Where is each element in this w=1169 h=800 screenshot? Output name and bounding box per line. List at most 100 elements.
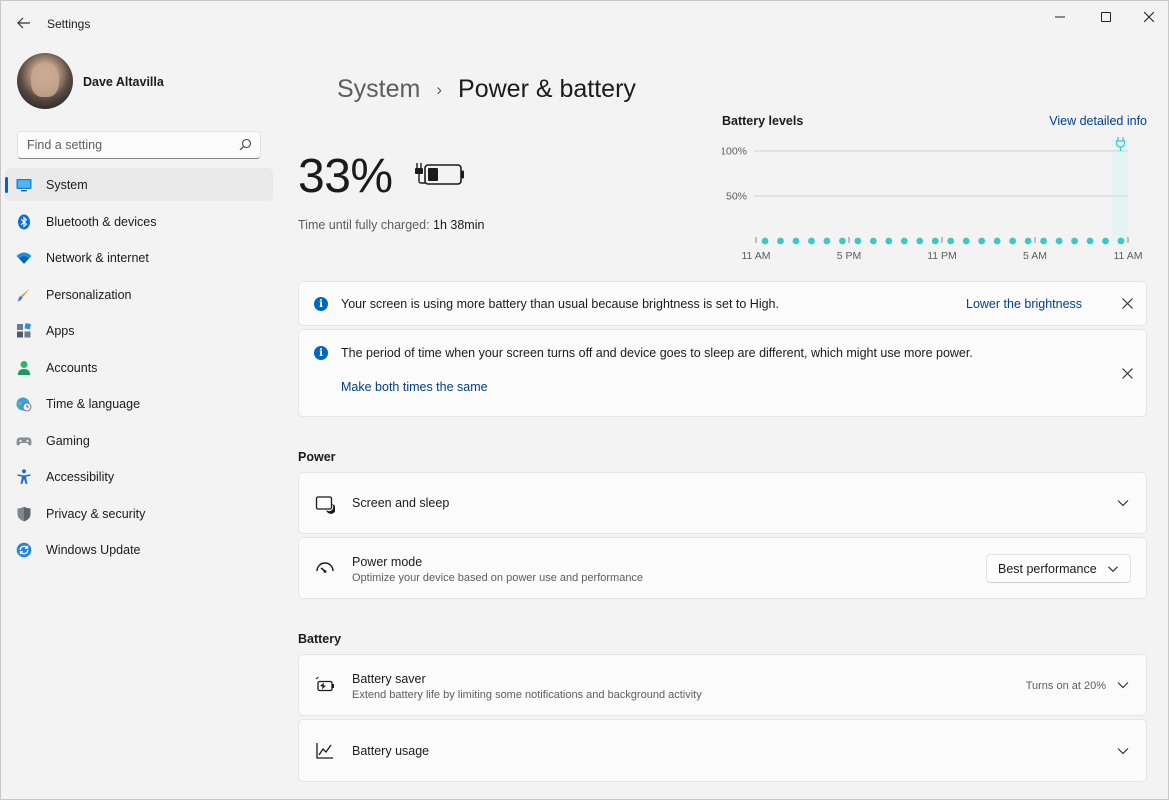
data-point	[792, 237, 800, 245]
sidebar-item-accounts[interactable]: Accounts	[5, 351, 273, 384]
power-mode-row: Power mode Optimize your device based on…	[298, 537, 1147, 599]
breadcrumb-system[interactable]: System	[337, 75, 420, 104]
close-icon	[1121, 297, 1133, 309]
sidebar-item-gaming[interactable]: Gaming	[5, 424, 273, 457]
apps-icon	[17, 323, 32, 338]
x-tick-label: 5 AM	[1023, 250, 1047, 262]
sidebar-item-label: Bluetooth & devices	[46, 214, 157, 229]
power-section-title: Power	[298, 450, 336, 464]
sidebar-item-accessibility[interactable]: Accessibility	[5, 460, 273, 493]
sidebar-item-personalization[interactable]: Personalization	[5, 278, 273, 311]
data-point	[1024, 237, 1032, 245]
data-point	[854, 237, 862, 245]
sidebar-item-network[interactable]: Network & internet	[5, 241, 273, 274]
breadcrumb-separator: ›	[436, 79, 443, 99]
data-point	[1040, 237, 1048, 245]
sidebar-item-label: Accessibility	[46, 470, 115, 484]
sidebar-item-apps[interactable]: Apps	[5, 314, 273, 347]
notice-text: The period of time when your screen turn…	[341, 346, 973, 360]
close-window-button[interactable]	[1126, 1, 1169, 33]
battery-usage-row[interactable]: Battery usage	[298, 719, 1147, 782]
shield-icon	[17, 506, 31, 521]
system-icon	[16, 179, 32, 192]
charge-time: Time until fully charged: 1h 38min	[298, 218, 484, 232]
data-point	[978, 237, 986, 245]
screen-sleep-icon	[315, 496, 335, 514]
sidebar-item-windows-update[interactable]: Windows Update	[5, 533, 273, 566]
minimize-button[interactable]	[1037, 1, 1083, 33]
sidebar-item-time-language[interactable]: Time & language	[5, 387, 273, 420]
chevron-down-icon	[1117, 748, 1129, 755]
chevron-down-icon	[1108, 566, 1118, 573]
screen-and-sleep-row[interactable]: Screen and sleep	[298, 472, 1147, 534]
power-mode-label: Power mode	[352, 555, 423, 569]
battery-levels-chart: Battery levels View detailed info 100% 50…	[722, 111, 1147, 271]
data-point	[1086, 237, 1094, 245]
dismiss-brightness-notice-button[interactable]	[1117, 293, 1137, 313]
bluetooth-icon	[18, 214, 30, 229]
sidebar-item-privacy-security[interactable]: Privacy & security	[5, 497, 273, 530]
battery-percentage: 33%	[298, 150, 393, 203]
chevron-down-icon	[1117, 682, 1129, 689]
update-icon	[16, 542, 32, 558]
data-point	[947, 237, 955, 245]
profile-name: Dave Altavilla	[83, 75, 164, 89]
data-point	[1009, 237, 1017, 245]
search-box[interactable]	[17, 131, 261, 159]
sidebar-item-label: Windows Update	[46, 543, 141, 557]
minimize-icon	[1055, 16, 1065, 18]
sidebar: Dave Altavilla System Bluetooth & device…	[1, 45, 281, 800]
sidebar-item-label: Network & internet	[46, 251, 149, 265]
gauge-icon	[316, 562, 334, 573]
search-icon[interactable]	[239, 138, 252, 151]
battery-saver-description: Extend battery life by limiting some not…	[352, 689, 702, 701]
y-tick-label: 50%	[726, 191, 747, 203]
battery-saver-icon	[315, 676, 334, 692]
person-icon	[17, 360, 31, 375]
maximize-button[interactable]	[1083, 1, 1129, 33]
battery-section-title: Battery	[298, 632, 342, 646]
lower-brightness-link[interactable]: Lower the brightness	[966, 297, 1082, 311]
data-point	[885, 237, 893, 245]
sidebar-item-label: System	[46, 178, 88, 192]
make-both-times-same-link[interactable]: Make both times the same	[341, 380, 488, 394]
data-point	[808, 237, 815, 245]
user-profile[interactable]: Dave Altavilla	[17, 53, 277, 109]
sidebar-nav: System Bluetooth & devices Network & int…	[5, 168, 273, 570]
main-content: System › Power & battery 33% Time until …	[298, 45, 1148, 800]
sidebar-item-label: Personalization	[46, 287, 132, 302]
dismiss-sleep-notice-button[interactable]	[1117, 363, 1137, 383]
avatar	[17, 53, 73, 109]
data-point	[823, 237, 831, 245]
line-chart-icon	[316, 743, 333, 759]
arrow-left-icon	[17, 17, 30, 29]
close-icon	[1144, 12, 1154, 22]
x-tick-label: 5 PM	[837, 250, 862, 262]
power-mode-dropdown[interactable]: Best performance	[986, 554, 1131, 583]
battery-saver-label: Battery saver	[352, 672, 426, 686]
data-point	[1071, 237, 1078, 245]
info-icon: i	[314, 346, 328, 360]
sidebar-item-label: Apps	[46, 324, 75, 338]
sidebar-item-system[interactable]: System	[5, 168, 273, 201]
back-button[interactable]	[11, 11, 37, 35]
accessibility-icon	[17, 469, 31, 484]
x-tick-label: 11 AM	[742, 250, 771, 262]
sidebar-item-label: Gaming	[46, 433, 90, 448]
data-point	[1055, 237, 1063, 245]
search-input[interactable]	[18, 132, 228, 158]
chevron-down-icon	[1117, 500, 1129, 507]
screen-and-sleep-label: Screen and sleep	[352, 496, 450, 510]
info-icon: i	[314, 297, 328, 311]
sidebar-item-label: Accounts	[46, 360, 98, 375]
battery-charging-icon	[415, 163, 464, 185]
title-bar: Settings	[1, 1, 1168, 45]
page-title: Power & battery	[458, 75, 636, 103]
sidebar-item-bluetooth[interactable]: Bluetooth & devices	[5, 205, 273, 238]
gamepad-icon	[16, 437, 32, 446]
x-tick-label: 11 AM	[1114, 250, 1143, 262]
close-icon	[1121, 367, 1133, 379]
battery-saver-row[interactable]: Battery saver Extend battery life by lim…	[298, 654, 1147, 716]
settings-window: Settings Dave Altavilla System	[0, 0, 1169, 800]
power-mode-description: Optimize your device based on power use …	[352, 572, 644, 584]
